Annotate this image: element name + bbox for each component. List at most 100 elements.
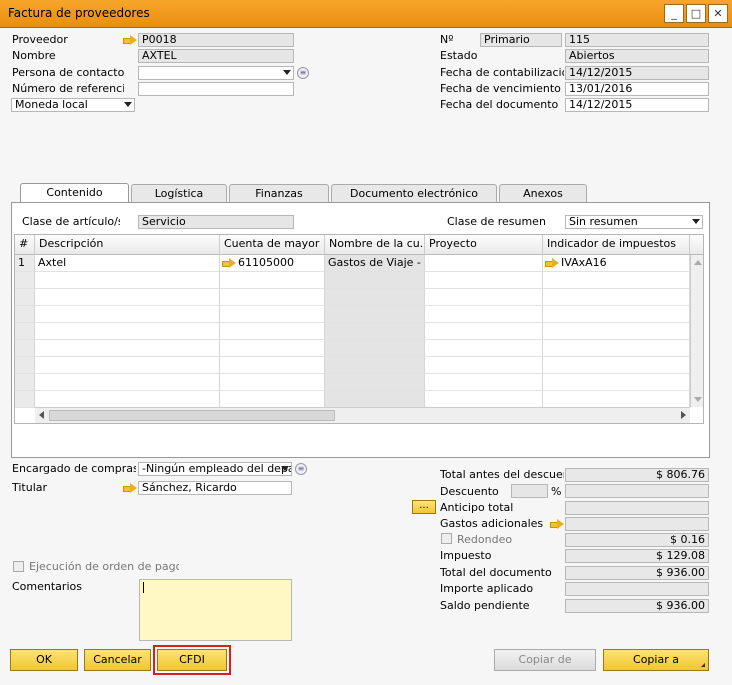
table-cell[interactable]: [35, 357, 220, 374]
table-cell[interactable]: [325, 289, 425, 306]
estado-field[interactable]: Abiertos: [565, 49, 709, 63]
total-antes-value[interactable]: $ 806.76: [565, 468, 709, 482]
table-cell[interactable]: [15, 323, 35, 340]
cancel-button[interactable]: Cancelar: [84, 649, 151, 671]
table-cell[interactable]: [325, 272, 425, 289]
scroll-thumb[interactable]: [49, 410, 335, 421]
ejecucion-checkbox[interactable]: [13, 561, 24, 572]
scroll-right-icon[interactable]: [681, 411, 686, 419]
link-arrow-icon[interactable]: [545, 258, 559, 268]
table-cell[interactable]: [35, 323, 220, 340]
table-cell[interactable]: [325, 391, 425, 408]
contacto-select[interactable]: [138, 66, 294, 80]
column-header-proyecto[interactable]: Proyecto: [425, 235, 543, 255]
gastos-value[interactable]: [565, 517, 709, 531]
column-header-cuenta[interactable]: Cuenta de mayor: [220, 235, 325, 255]
scroll-left-icon[interactable]: [39, 411, 44, 419]
table-cell[interactable]: [15, 306, 35, 323]
moneda-select[interactable]: Moneda local: [11, 98, 135, 112]
redondeo-value[interactable]: $ 0.16: [565, 533, 709, 547]
tab-contenido[interactable]: Contenido: [20, 183, 129, 203]
link-arrow-icon[interactable]: [222, 258, 236, 268]
column-header-descripcion[interactable]: Descripción: [35, 235, 220, 255]
table-cell[interactable]: [425, 357, 543, 374]
descripcion-cell[interactable]: Axtel: [35, 255, 220, 272]
ok-button[interactable]: OK: [10, 649, 78, 671]
table-cell[interactable]: [325, 340, 425, 357]
encargado-select[interactable]: -Ningún empleado del departa: [138, 462, 292, 476]
referencia-field[interactable]: [138, 82, 294, 96]
table-cell[interactable]: [325, 323, 425, 340]
cuenta-cell[interactable]: 61105000: [220, 255, 325, 272]
saldo-pendiente-value[interactable]: $ 936.00: [565, 599, 709, 613]
table-cell[interactable]: [35, 306, 220, 323]
link-arrow-icon[interactable]: [550, 519, 564, 529]
titular-field[interactable]: Sánchez, Ricardo: [138, 481, 292, 495]
table-cell[interactable]: [15, 340, 35, 357]
tab-anexos[interactable]: Anexos: [499, 184, 587, 202]
fecha-vencimiento-field[interactable]: 13/01/2016: [565, 82, 709, 96]
table-cell[interactable]: [220, 340, 325, 357]
fecha-documento-field[interactable]: 14/12/2015: [565, 98, 709, 112]
table-cell[interactable]: [425, 340, 543, 357]
scroll-down-icon[interactable]: [694, 397, 702, 402]
descuento-value[interactable]: [565, 484, 709, 498]
table-cell[interactable]: [35, 391, 220, 408]
copy-from-button[interactable]: Copiar de: [494, 649, 596, 671]
column-header-num[interactable]: #: [15, 235, 35, 255]
table-cell[interactable]: [15, 391, 35, 408]
link-arrow-icon[interactable]: [123, 35, 137, 45]
minimize-button[interactable]: _: [664, 4, 684, 23]
importe-aplicado-value[interactable]: [565, 582, 709, 596]
nombre-field[interactable]: AXTEL: [138, 49, 294, 63]
close-button[interactable]: ✕: [708, 4, 728, 23]
table-cell[interactable]: [543, 306, 690, 323]
comentarios-textarea[interactable]: [139, 579, 292, 641]
column-header-nombre-cuenta[interactable]: Nombre de la cu...: [325, 235, 425, 255]
table-cell[interactable]: [325, 306, 425, 323]
vertical-scrollbar[interactable]: [690, 255, 703, 407]
proyecto-cell[interactable]: [425, 255, 543, 272]
anticipo-value[interactable]: [565, 501, 709, 515]
table-cell[interactable]: [543, 374, 690, 391]
table-cell[interactable]: [35, 289, 220, 306]
table-cell[interactable]: [425, 391, 543, 408]
table-cell[interactable]: [220, 357, 325, 374]
table-cell[interactable]: [220, 289, 325, 306]
table-cell[interactable]: [543, 272, 690, 289]
redondeo-checkbox[interactable]: [441, 533, 452, 544]
fecha-contabilizacion-field[interactable]: 14/12/2015: [565, 66, 709, 80]
table-cell[interactable]: [35, 374, 220, 391]
impuesto-value[interactable]: $ 129.08: [565, 549, 709, 563]
table-cell[interactable]: [220, 323, 325, 340]
column-header-indicador-impuestos[interactable]: Indicador de impuestos: [543, 235, 690, 255]
info-icon[interactable]: ≡: [295, 463, 307, 475]
maximize-button[interactable]: □: [686, 4, 706, 23]
table-cell[interactable]: [543, 391, 690, 408]
clase-articulo-field[interactable]: Servicio: [138, 215, 294, 229]
tab-logistica[interactable]: Logística: [131, 184, 227, 202]
table-cell[interactable]: [15, 289, 35, 306]
copy-to-button[interactable]: Copiar a: [603, 649, 709, 671]
cfdi-button[interactable]: CFDI: [157, 649, 227, 671]
table-cell[interactable]: [425, 272, 543, 289]
table-cell[interactable]: [15, 374, 35, 391]
table-cell[interactable]: [325, 374, 425, 391]
table-cell[interactable]: [35, 340, 220, 357]
table-cell[interactable]: [15, 357, 35, 374]
table-cell[interactable]: [543, 357, 690, 374]
table-cell[interactable]: [220, 272, 325, 289]
table-cell[interactable]: [15, 272, 35, 289]
table-cell[interactable]: [543, 289, 690, 306]
table-cell[interactable]: [425, 323, 543, 340]
table-cell[interactable]: [220, 391, 325, 408]
proveedor-field[interactable]: P0018: [138, 33, 294, 47]
link-arrow-icon[interactable]: [123, 483, 137, 493]
no-field[interactable]: 115: [565, 33, 709, 47]
horizontal-scrollbar[interactable]: [35, 407, 690, 423]
tab-finanzas[interactable]: Finanzas: [229, 184, 329, 202]
table-cell[interactable]: [425, 374, 543, 391]
serie-select[interactable]: Primario: [480, 33, 562, 47]
descuento-percent-field[interactable]: [511, 484, 548, 498]
tab-documento-electronico[interactable]: Documento electrónico: [331, 184, 497, 202]
